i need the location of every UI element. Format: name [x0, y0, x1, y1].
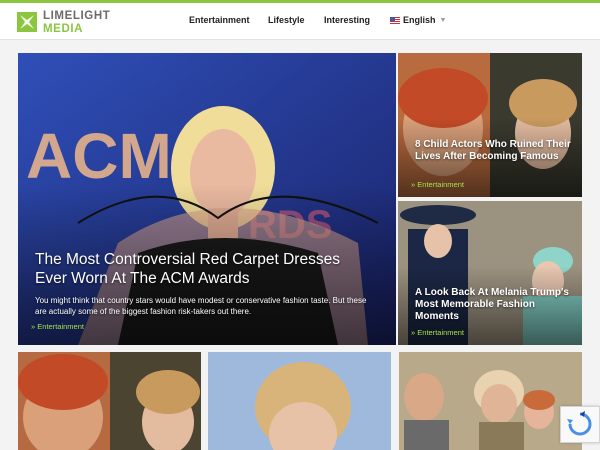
site-logo[interactable]: LIMELIGHT MEDIA: [17, 10, 112, 36]
side-card-title[interactable]: A Look Back At Melania Trump's Most Memo…: [415, 287, 575, 323]
featured-article-card[interactable]: ACM RDS The Most Controversial Red Carpe…: [18, 53, 396, 345]
us-flag-icon: [390, 16, 400, 24]
side-card-category-link[interactable]: Entertainment: [411, 328, 464, 337]
bottom-article-thumbnail[interactable]: [399, 352, 582, 450]
language-selector[interactable]: English ▼: [390, 14, 446, 26]
nav-lifestyle[interactable]: Lifestyle: [268, 15, 305, 25]
logo-text-line2: MEDIA: [43, 23, 84, 35]
nav-entertainment[interactable]: Entertainment: [189, 15, 250, 25]
bottom-article-thumbnail[interactable]: [18, 352, 201, 450]
thumbnail-image: [399, 352, 582, 450]
featured-description: You might think that country stars would…: [35, 296, 367, 316]
language-label: English: [403, 15, 436, 25]
side-article-card[interactable]: A Look Back At Melania Trump's Most Memo…: [398, 201, 582, 345]
recaptcha-icon: [567, 411, 592, 436]
logo-text-line1: LIMELIGHT: [43, 10, 111, 22]
bottom-article-thumbnail[interactable]: [208, 352, 391, 450]
featured-category-link[interactable]: Entertainment: [31, 322, 84, 331]
thumbnail-image: [208, 352, 391, 450]
site-header: LIMELIGHT MEDIA Entertainment Lifestyle …: [0, 3, 600, 40]
backdrop-text: ACM: [26, 120, 172, 192]
recaptcha-badge[interactable]: [560, 406, 600, 443]
side-card-title[interactable]: 8 Child Actors Who Ruined Their Lives Af…: [415, 139, 575, 163]
nav-interesting[interactable]: Interesting: [324, 15, 370, 25]
featured-title[interactable]: The Most Controversial Red Carpet Dresse…: [35, 250, 375, 288]
logo-mark-icon: [17, 12, 37, 32]
thumbnail-image: [18, 352, 201, 450]
side-article-card[interactable]: 8 Child Actors Who Ruined Their Lives Af…: [398, 53, 582, 197]
side-card-category-link[interactable]: Entertainment: [411, 180, 464, 189]
chevron-down-icon: ▼: [439, 16, 447, 24]
